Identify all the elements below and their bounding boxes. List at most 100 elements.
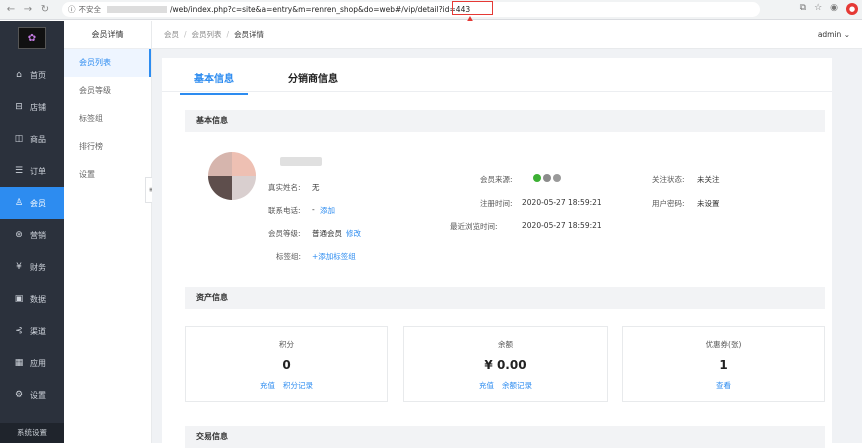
balance-record-link[interactable]: 余额记录 xyxy=(502,381,532,390)
source-icons xyxy=(533,174,561,182)
password-value: 未设置 xyxy=(697,199,720,208)
breadcrumb-item[interactable]: 会员 xyxy=(164,29,179,40)
subnav-item-tag-group[interactable]: 标签组 xyxy=(64,105,151,133)
store-icon: ⊟ xyxy=(15,102,23,112)
wechat-icon xyxy=(533,174,541,182)
sidebar-item[interactable]: ⊛ 营销 xyxy=(0,219,64,251)
secondary-sidebar: 会员详情 会员列表 会员等级 标签组 排行榜 设置 xyxy=(64,21,152,443)
points-record-link[interactable]: 积分记录 xyxy=(283,381,313,390)
subnav-title: 会员详情 xyxy=(64,21,151,49)
settings-icon: ⚙ xyxy=(14,390,24,400)
add-tag-group-link[interactable]: +添加标签组 xyxy=(312,251,356,262)
sidebar-item[interactable]: ☰ 订单 xyxy=(0,155,64,187)
chevron-down-icon: ⌄ xyxy=(843,30,850,39)
register-time-value: 2020-05-27 18:59:21 xyxy=(522,198,602,207)
sidebar-item[interactable]: ⊰ 渠道 xyxy=(0,315,64,347)
points-title: 积分 xyxy=(279,340,294,349)
data-icon: ▣ xyxy=(14,294,24,304)
url-text: /web/index.php?c=site&a=entry&m=renren_s… xyxy=(170,5,471,14)
app-source-icon xyxy=(543,174,551,182)
tag-group-label: 标签组: xyxy=(276,252,302,261)
address-bar[interactable]: ⓘ 不安全 /web/index.php?c=site&a=entry&m=re… xyxy=(62,2,760,17)
sidebar-item-label: 营销 xyxy=(30,230,46,240)
nickname-blurred xyxy=(280,157,322,166)
annotation-box xyxy=(452,1,493,15)
breadcrumb: 会员 / 会员列表 / 会员详情 admin ⌄ xyxy=(152,21,862,49)
blurred-host xyxy=(107,6,167,13)
order-icon: ☰ xyxy=(14,166,24,176)
system-settings[interactable]: 系统设置 xyxy=(0,423,64,443)
add-phone-link[interactable]: 添加 xyxy=(320,205,335,216)
level-value: 普通会员 xyxy=(312,229,342,238)
sidebar-item-label: 设置 xyxy=(30,390,46,400)
breadcrumb-item[interactable]: 会员列表 xyxy=(192,29,222,40)
avatar xyxy=(208,152,256,200)
password-label: 用户密码: xyxy=(652,199,685,208)
sidebar-item[interactable]: ▦ 应用 xyxy=(0,347,64,379)
subnav-item-ranking[interactable]: 排行榜 xyxy=(64,133,151,161)
section-basic-info: 基本信息 xyxy=(185,110,825,132)
user-name: admin xyxy=(817,30,842,39)
sidebar-item-label: 首页 xyxy=(30,70,46,80)
subnav-item-settings[interactable]: 设置 xyxy=(64,161,151,189)
sidebar-item-label: 应用 xyxy=(30,358,46,368)
browse-time-label: 最近浏览时间: xyxy=(450,222,498,231)
star-icon[interactable]: ☆ xyxy=(814,3,822,15)
points-card: 积分 0 充值 积分记录 xyxy=(185,326,388,402)
register-time-label: 注册时间: xyxy=(480,199,513,208)
forward-icon[interactable]: → xyxy=(22,4,34,16)
reload-icon[interactable]: ↻ xyxy=(39,4,51,16)
section-assets: 资产信息 xyxy=(185,287,825,309)
sidebar-item-label: 订单 xyxy=(30,166,46,176)
balance-value: ¥ 0.00 xyxy=(484,358,527,372)
primary-sidebar: ✿ ⌂ 首页 ⊟ 店铺 ◫ 商品 ☰ 订单 ♙ 会员 ⊛ 营销 ¥ 财务 ▣ 数据 ⊰ 渠道 ▦ 应用 ⚙ 设置 系统设置 xyxy=(0,21,64,443)
points-value: 0 xyxy=(282,358,291,372)
info-icon: ⓘ xyxy=(68,5,76,14)
coupon-value: 1 xyxy=(719,358,728,372)
sidebar-item[interactable]: ♙ 会员 xyxy=(0,187,64,219)
sidebar-item[interactable]: ▣ 数据 xyxy=(0,283,64,315)
sidebar-item[interactable]: ¥ 财务 xyxy=(0,251,64,283)
points-recharge-link[interactable]: 充值 xyxy=(260,381,275,390)
balance-title: 余额 xyxy=(498,340,513,349)
follow-status-label: 关注状态: xyxy=(652,175,685,184)
security-label: 不安全 xyxy=(78,5,102,14)
sidebar-item[interactable]: ⊟ 店铺 xyxy=(0,91,64,123)
coupon-card: 优惠券(张) 1 查看 xyxy=(622,326,825,402)
home-icon: ⌂ xyxy=(16,70,22,80)
back-icon[interactable]: ← xyxy=(5,4,17,16)
browser-actions: ⧉ ☆ ◉ ● xyxy=(800,3,858,15)
account-icon[interactable]: ◉ xyxy=(830,3,838,15)
apps-icon: ▦ xyxy=(14,358,24,368)
app-logo[interactable]: ✿ xyxy=(18,27,46,49)
sidebar-item[interactable]: ⚙ 设置 xyxy=(0,379,64,411)
subnav-item-member-level[interactable]: 会员等级 xyxy=(64,77,151,105)
edit-level-link[interactable]: 修改 xyxy=(346,228,361,239)
balance-recharge-link[interactable]: 充值 xyxy=(479,381,494,390)
phone-value: - xyxy=(312,205,315,214)
level-label: 会员等级: xyxy=(268,229,301,238)
user-menu[interactable]: admin ⌄ xyxy=(818,30,850,39)
sidebar-item-label: 商品 xyxy=(30,134,46,144)
real-name-value: 无 xyxy=(312,183,320,192)
subnav-item-member-list[interactable]: 会员列表 xyxy=(64,49,151,77)
tab-divider xyxy=(162,91,832,92)
coupon-title: 优惠券(张) xyxy=(705,340,742,349)
real-name-label: 真实姓名: xyxy=(268,183,301,192)
main-content: 基本信息 分销商信息 基本信息 真实姓名: 无 联系电话: - 添加 会员等级:… xyxy=(152,49,862,448)
phone-label: 联系电话: xyxy=(268,206,301,215)
translate-icon[interactable]: ⧉ xyxy=(800,3,806,15)
extension-icon[interactable]: ● xyxy=(846,3,858,15)
finance-icon: ¥ xyxy=(16,262,22,272)
coupon-view-link[interactable]: 查看 xyxy=(716,381,731,390)
breadcrumb-current: 会员详情 xyxy=(234,30,265,39)
sidebar-item-label: 财务 xyxy=(30,262,46,272)
sidebar-item[interactable]: ⌂ 首页 xyxy=(0,59,64,91)
sidebar-item[interactable]: ◫ 商品 xyxy=(0,123,64,155)
member-icon: ♙ xyxy=(14,198,24,208)
section-trade: 交易信息 xyxy=(185,426,825,448)
breadcrumb-separator: / xyxy=(226,30,230,39)
sidebar-item-label: 数据 xyxy=(30,294,46,304)
sidebar-item-label: 会员 xyxy=(30,198,46,208)
source-label: 会员来源: xyxy=(480,175,513,184)
